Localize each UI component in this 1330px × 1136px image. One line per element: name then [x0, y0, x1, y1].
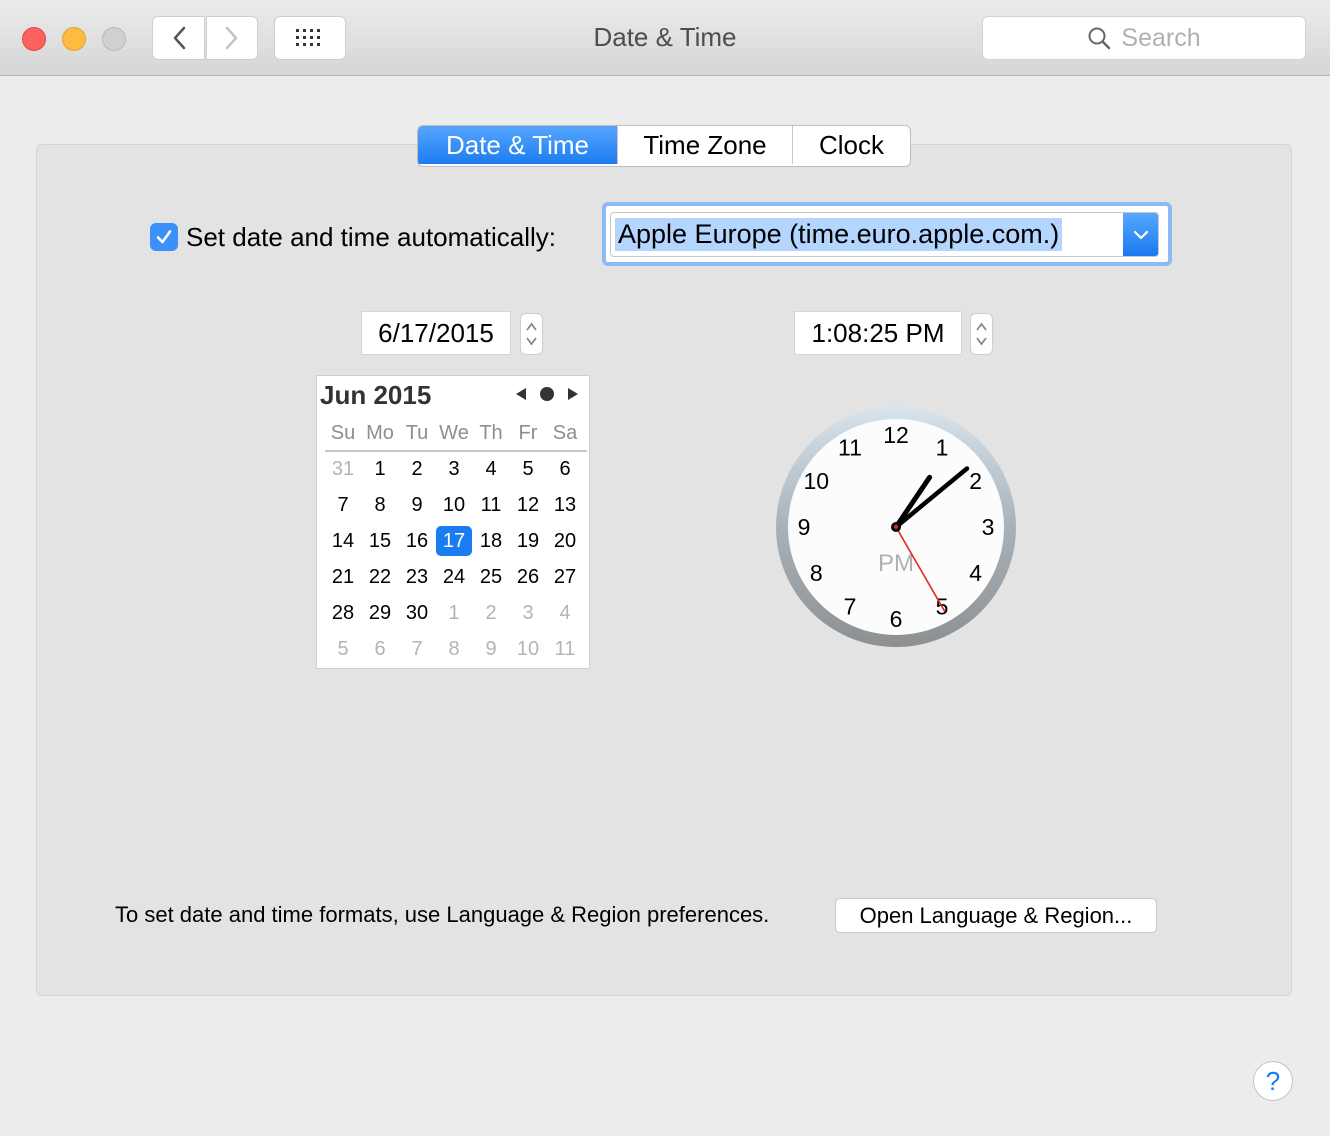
previous-month-icon[interactable] [515, 387, 527, 401]
stepper-arrows-icon [976, 322, 987, 346]
clock-number: 9 [798, 514, 811, 540]
tab-time-zone[interactable]: Time Zone [618, 126, 793, 164]
clock-number: 6 [890, 606, 903, 632]
formats-hint: To set date and time formats, use Langua… [115, 902, 770, 927]
server-dropdown-button[interactable] [1123, 213, 1158, 256]
clock-number: 3 [982, 514, 995, 540]
calendar-day[interactable]: 5 [510, 454, 546, 484]
weekday-label: Mo [366, 422, 394, 444]
time-field[interactable]: 1:08:25 PM [794, 311, 962, 355]
calendar-day[interactable]: 17 [436, 526, 472, 556]
time-stepper[interactable] [970, 313, 993, 355]
date-field[interactable]: 6/17/2015 [361, 311, 511, 355]
clock-number: 7 [844, 594, 857, 620]
clock-number: 2 [969, 468, 982, 494]
chevron-down-icon [1133, 230, 1148, 239]
calendar-day[interactable]: 9 [399, 490, 435, 520]
calendar-day[interactable]: 18 [473, 526, 509, 556]
calendar-day[interactable]: 3 [436, 454, 472, 484]
clock-number: 10 [804, 468, 830, 494]
calendar-day[interactable]: 1 [436, 598, 472, 628]
calendar-day[interactable]: 9 [473, 634, 509, 664]
calendar-day[interactable]: 7 [325, 490, 361, 520]
calendar-day[interactable]: 20 [547, 526, 583, 556]
search-icon [1088, 27, 1111, 50]
calendar-day[interactable]: 15 [362, 526, 398, 556]
tab-bar: Date & Time Time Zone Clock [417, 125, 911, 167]
date-stepper[interactable] [520, 313, 543, 355]
analog-clock: 121234567891011 PM [776, 407, 1016, 647]
clock-number: 4 [969, 560, 982, 586]
calendar-day[interactable]: 11 [473, 490, 509, 520]
weekday-label: Th [479, 422, 503, 444]
calendar-day[interactable]: 27 [547, 562, 583, 592]
help-button[interactable]: ? [1253, 1061, 1293, 1101]
tab-date-time[interactable]: Date & Time [418, 126, 618, 164]
calendar-day[interactable]: 13 [547, 490, 583, 520]
window-titlebar: Date & Time Search [0, 0, 1330, 76]
search-placeholder: Search [1121, 23, 1201, 52]
time-server-combobox[interactable]: Apple Europe (time.euro.apple.com.) [610, 212, 1159, 257]
next-month-icon[interactable] [567, 387, 579, 401]
calendar-day[interactable]: 8 [436, 634, 472, 664]
calendar-day[interactable]: 25 [473, 562, 509, 592]
calendar-day[interactable]: 7 [399, 634, 435, 664]
stepper-arrows-icon [526, 322, 537, 346]
open-language-region-button[interactable]: Open Language & Region... [835, 898, 1157, 933]
calendar-month-title: Jun 2015 [320, 380, 432, 410]
calendar: Jun 2015 Su Mo Tu We Th Fr Sa 31 1 2 3 4 5 6 7 8 9 10 11 1… [316, 375, 590, 669]
calendar-day[interactable]: 2 [399, 454, 435, 484]
search-field[interactable]: Search [982, 16, 1306, 60]
calendar-day[interactable]: 8 [362, 490, 398, 520]
clock-number: 1 [936, 434, 949, 460]
clock-number: 8 [810, 560, 823, 586]
clock-center-dot [893, 524, 899, 530]
clock-number: 12 [883, 422, 909, 448]
calendar-day[interactable]: 26 [510, 562, 546, 592]
weekday-label: Fr [518, 422, 538, 444]
calendar-day[interactable]: 4 [547, 598, 583, 628]
calendar-day[interactable]: 1 [362, 454, 398, 484]
calendar-day[interactable]: 19 [510, 526, 546, 556]
calendar-navigation [515, 386, 579, 402]
calendar-day[interactable]: 30 [399, 598, 435, 628]
weekday-label: Tu [405, 422, 429, 444]
calendar-day[interactable]: 10 [510, 634, 546, 664]
auto-time-checkbox[interactable] [150, 223, 178, 251]
calendar-day[interactable]: 22 [362, 562, 398, 592]
calendar-day[interactable]: 28 [325, 598, 361, 628]
today-dot-icon[interactable] [539, 386, 555, 402]
time-server-value[interactable]: Apple Europe (time.euro.apple.com.) [615, 218, 1063, 251]
content-panel [36, 144, 1292, 996]
calendar-day[interactable]: 24 [436, 562, 472, 592]
calendar-day[interactable]: 31 [325, 454, 361, 484]
weekday-label: Sa [552, 422, 578, 444]
calendar-day[interactable]: 5 [325, 634, 361, 664]
calendar-day[interactable]: 4 [473, 454, 509, 484]
tab-clock[interactable]: Clock [793, 126, 910, 164]
calendar-day[interactable]: 6 [362, 634, 398, 664]
calendar-day[interactable]: 6 [547, 454, 583, 484]
calendar-day[interactable]: 16 [399, 526, 435, 556]
weekday-header: Su Mo Tu We Th Fr Sa [325, 420, 587, 452]
calendar-day[interactable]: 12 [510, 490, 546, 520]
calendar-day[interactable]: 21 [325, 562, 361, 592]
calendar-day[interactable]: 11 [547, 634, 583, 664]
weekday-label: We [439, 422, 469, 444]
calendar-day[interactable]: 23 [399, 562, 435, 592]
auto-time-label: Set date and time automatically: [186, 222, 556, 252]
clock-ampm: PM [878, 550, 914, 577]
calendar-day[interactable]: 2 [473, 598, 509, 628]
checkmark-icon [156, 230, 172, 244]
calendar-day[interactable]: 14 [325, 526, 361, 556]
calendar-day[interactable]: 29 [362, 598, 398, 628]
calendar-day[interactable]: 10 [436, 490, 472, 520]
clock-number: 11 [838, 434, 862, 460]
calendar-day[interactable]: 3 [510, 598, 546, 628]
weekday-label: Su [330, 422, 356, 444]
